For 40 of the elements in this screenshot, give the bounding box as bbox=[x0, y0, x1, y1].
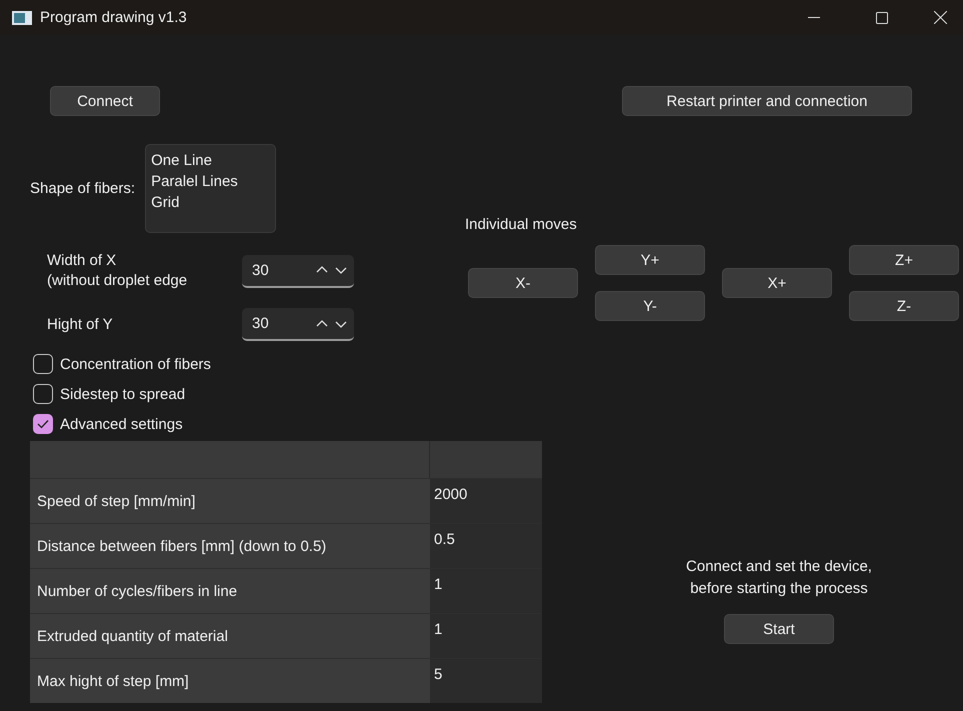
table-cell: Number of cycles/fibers in line bbox=[30, 568, 430, 613]
move-button[interactable]: Z+ bbox=[849, 245, 959, 275]
start-button[interactable]: Start bbox=[724, 614, 834, 644]
checkbox-label: Sidestep to spread bbox=[60, 386, 186, 402]
table-cell: Max hight of step [mm] bbox=[30, 658, 430, 703]
number-field[interactable]: 30 bbox=[242, 308, 354, 341]
checkbox[interactable] bbox=[33, 354, 53, 374]
field-value: 30 bbox=[252, 262, 270, 278]
dimension-label: Hight of Y bbox=[47, 314, 114, 334]
section-title: Individual moves bbox=[465, 216, 578, 233]
table-cell: Speed of step [mm/min] bbox=[30, 478, 430, 523]
window-title: Program drawing v1.3 bbox=[40, 9, 188, 26]
list-item[interactable]: One Line bbox=[151, 151, 270, 170]
restart-button[interactable]: Restart printer and connection bbox=[622, 86, 912, 116]
shape-label: Shape of fibers: bbox=[30, 180, 136, 197]
checkbox[interactable] bbox=[33, 414, 53, 434]
move-button[interactable]: X+ bbox=[722, 268, 832, 298]
field-value: 30 bbox=[252, 315, 270, 332]
status-message: Connect and set the device, bbox=[686, 557, 872, 577]
move-button[interactable]: Y- bbox=[595, 291, 705, 321]
list-item[interactable]: Grid bbox=[151, 193, 270, 212]
checkbox[interactable] bbox=[33, 384, 53, 404]
table-cell: Distance between fibers [mm] (down to 0.5) bbox=[30, 523, 430, 568]
number-field[interactable]: 30 bbox=[242, 254, 354, 288]
dimension-label: (without droplet edge bbox=[47, 271, 188, 291]
minimize-icon[interactable] bbox=[808, 16, 820, 18]
table-cell: Extruded quantity of material bbox=[30, 613, 430, 658]
dimension-label: Width of X bbox=[47, 251, 118, 271]
checkbox-label: Concentration of fibers bbox=[60, 356, 211, 372]
close-icon[interactable] bbox=[934, 11, 946, 24]
connect-button[interactable]: Connect bbox=[50, 86, 160, 116]
app-icon bbox=[12, 10, 32, 24]
list-item[interactable]: Paralel Lines bbox=[151, 172, 270, 191]
move-button[interactable]: Y+ bbox=[595, 245, 705, 275]
maximize-icon[interactable] bbox=[876, 12, 888, 24]
status-message: before starting the process bbox=[690, 579, 868, 599]
checkbox-label: Advanced settings bbox=[60, 416, 183, 432]
move-button[interactable]: X- bbox=[468, 268, 578, 298]
move-button[interactable]: Z- bbox=[849, 291, 959, 321]
checkmark-icon bbox=[37, 419, 49, 429]
